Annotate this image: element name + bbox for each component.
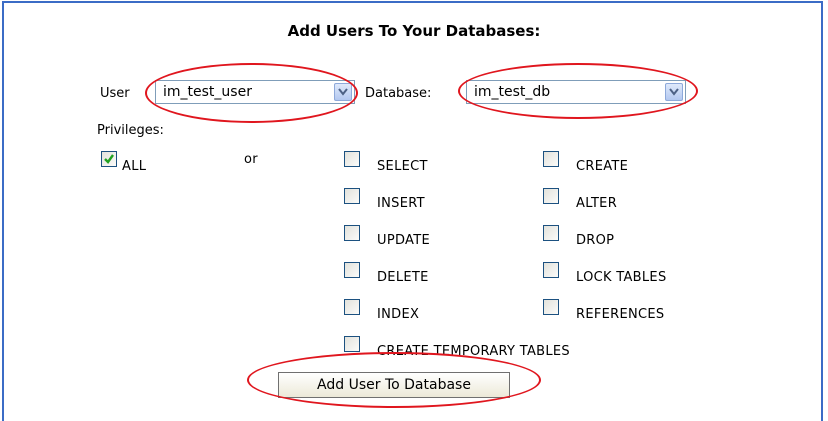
references-label: REFERENCES <box>576 307 665 322</box>
user-label: User <box>100 86 130 101</box>
alter-checkbox[interactable] <box>543 188 559 204</box>
lock-tables-label: LOCK TABLES <box>576 270 667 285</box>
drop-checkbox[interactable] <box>543 225 559 241</box>
all-label: ALL <box>122 159 147 174</box>
all-checkbox[interactable] <box>101 151 117 167</box>
delete-checkbox[interactable] <box>344 262 360 278</box>
select-checkbox[interactable] <box>344 151 360 167</box>
lock-tables-checkbox[interactable] <box>543 262 559 278</box>
user-select-value: im_test_user <box>163 84 252 100</box>
create-checkbox[interactable] <box>543 151 559 167</box>
create-temporary-tables-checkbox[interactable] <box>344 336 360 352</box>
chevron-down-icon[interactable] <box>334 83 352 101</box>
alter-label: ALTER <box>576 196 618 211</box>
add-user-to-database-button[interactable]: Add User To Database <box>278 372 510 398</box>
database-select-value: im_test_db <box>474 84 551 100</box>
insert-checkbox[interactable] <box>344 188 360 204</box>
delete-label: DELETE <box>377 270 429 285</box>
privileges-label: Privileges: <box>97 123 164 138</box>
select-label: SELECT <box>377 159 428 174</box>
insert-label: INSERT <box>377 196 425 211</box>
index-checkbox[interactable] <box>344 299 360 315</box>
update-label: UPDATE <box>377 233 430 248</box>
or-text: or <box>244 152 258 167</box>
drop-label: DROP <box>576 233 615 248</box>
user-select[interactable]: im_test_user <box>155 80 355 104</box>
chevron-down-icon[interactable] <box>665 83 683 101</box>
create-temporary-tables-label: CREATE TEMPORARY TABLES <box>377 344 570 359</box>
page-title: Add Users To Your Databases: <box>287 22 541 40</box>
create-label: CREATE <box>576 159 629 174</box>
update-checkbox[interactable] <box>344 225 360 241</box>
database-select[interactable]: im_test_db <box>466 80 686 104</box>
references-checkbox[interactable] <box>543 299 559 315</box>
index-label: INDEX <box>377 307 420 322</box>
database-label: Database: <box>365 86 432 101</box>
check-icon <box>104 154 114 164</box>
